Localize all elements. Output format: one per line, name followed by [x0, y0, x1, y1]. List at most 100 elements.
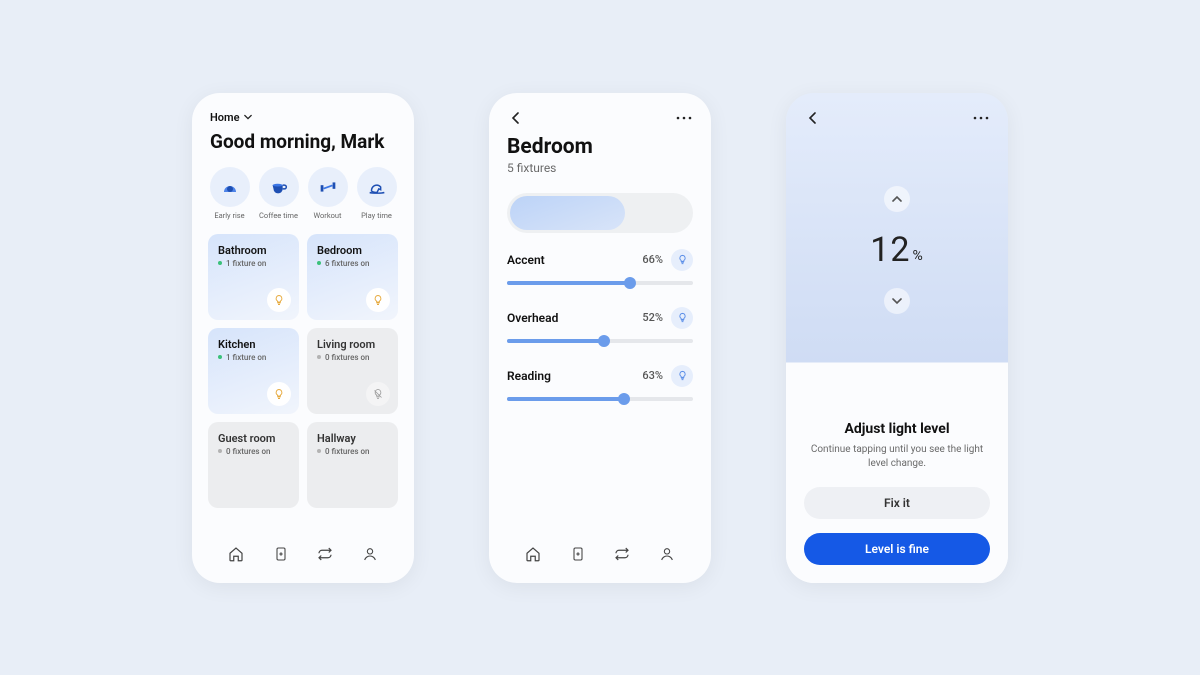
bulb-icon	[677, 254, 688, 265]
room-card-bathroom[interactable]: Bathroom 1 fixture on	[208, 234, 299, 320]
room-card-bedroom[interactable]: Bedroom 6 fixtures on	[307, 234, 398, 320]
room-status: 0 fixtures on	[317, 447, 388, 456]
nav-automations[interactable]	[314, 543, 336, 565]
chevron-left-icon	[511, 112, 521, 124]
master-toggle[interactable]	[507, 193, 693, 233]
more-icon	[676, 116, 692, 120]
sheet-title: Adjust light level	[844, 421, 949, 437]
chevron-down-icon	[892, 296, 902, 306]
room-topbar	[489, 93, 711, 131]
nav-profile[interactable]	[359, 543, 381, 565]
more-button[interactable]	[972, 109, 990, 127]
fixture-slider[interactable]	[507, 397, 693, 401]
master-toggle-wrap	[489, 175, 711, 243]
fixture-accent: Accent 66%	[507, 249, 693, 285]
room-subtitle: 5 fixtures	[507, 161, 693, 175]
bulb-icon	[372, 294, 384, 306]
bulb-icon	[677, 312, 688, 323]
master-toggle-knob	[510, 196, 625, 230]
bulb-toggle[interactable]	[366, 288, 390, 312]
room-status: 1 fixture on	[218, 353, 289, 362]
fixture-slider[interactable]	[507, 339, 693, 343]
bulb-icon	[273, 388, 285, 400]
nav-home[interactable]	[225, 543, 247, 565]
home-icon	[524, 545, 542, 563]
fix-it-button[interactable]: Fix it	[804, 487, 990, 519]
chevron-up-icon	[892, 194, 902, 204]
room-name: Kitchen	[218, 338, 289, 351]
fixture-bulb-toggle[interactable]	[671, 365, 693, 387]
scene-workout[interactable]: Workout	[306, 167, 349, 220]
room-title: Bedroom	[507, 135, 693, 159]
back-button[interactable]	[507, 109, 525, 127]
user-icon	[362, 545, 378, 563]
fixture-percent: 66%	[642, 253, 663, 266]
fixture-percent: 63%	[642, 369, 663, 382]
light-level-controls: 12 %	[786, 131, 1008, 403]
loop-icon	[316, 545, 334, 563]
fixture-slider[interactable]	[507, 281, 693, 285]
room-name: Guest room	[218, 432, 289, 445]
home-selector-label: Home	[210, 111, 240, 124]
fixture-overhead: Overhead 52%	[507, 307, 693, 343]
horse-icon	[357, 167, 397, 207]
level-down-button[interactable]	[884, 288, 910, 314]
bulb-icon	[677, 370, 688, 381]
back-button[interactable]	[804, 109, 822, 127]
room-card-living-room[interactable]: Living room 0 fixtures on	[307, 328, 398, 414]
room-status: 1 fixture on	[218, 259, 289, 268]
light-level-topbar	[786, 93, 1008, 131]
more-icon	[973, 116, 989, 120]
room-card-hallway[interactable]: Hallway 0 fixtures on	[307, 422, 398, 508]
nav-automations[interactable]	[611, 543, 633, 565]
bulb-toggle[interactable]	[267, 382, 291, 406]
rooms-grid: Bathroom 1 fixture on Bedroom 6 fixtures…	[192, 226, 414, 508]
light-level-value: 12 %	[870, 230, 923, 270]
room-card-kitchen[interactable]: Kitchen 1 fixture on	[208, 328, 299, 414]
scene-label: Play time	[361, 211, 392, 220]
bulb-toggle[interactable]	[267, 288, 291, 312]
scenes-row: Early rise Coffee time Workout Play time	[192, 157, 414, 226]
nav-profile[interactable]	[656, 543, 678, 565]
nav-devices[interactable]	[567, 543, 589, 565]
bulb-icon	[273, 294, 285, 306]
nav-devices[interactable]	[270, 543, 292, 565]
dumbbell-icon	[308, 167, 348, 207]
fixture-bulb-toggle[interactable]	[671, 249, 693, 271]
level-is-fine-button[interactable]: Level is fine	[804, 533, 990, 565]
chevron-left-icon	[808, 112, 818, 124]
loop-icon	[613, 545, 631, 563]
room-name: Bathroom	[218, 244, 289, 257]
bottom-nav	[489, 533, 711, 583]
bulb-off-icon	[372, 388, 384, 400]
bottom-nav	[192, 533, 414, 583]
room-name: Living room	[317, 338, 388, 351]
home-selector[interactable]: Home	[210, 111, 396, 124]
room-name: Hallway	[317, 432, 388, 445]
fixture-name: Accent	[507, 253, 545, 267]
nav-home[interactable]	[522, 543, 544, 565]
light-level-sheet: Adjust light level Continue tapping unti…	[786, 403, 1008, 583]
scene-coffee-time[interactable]: Coffee time	[257, 167, 300, 220]
scene-early-rise[interactable]: Early rise	[208, 167, 251, 220]
level-up-button[interactable]	[884, 186, 910, 212]
fixture-bulb-toggle[interactable]	[671, 307, 693, 329]
home-screen: Home Good morning, Mark Early rise Coffe…	[192, 93, 414, 583]
sheet-subtitle: Continue tapping until you see the light…	[807, 443, 987, 471]
sunrise-icon	[210, 167, 250, 207]
scene-label: Early rise	[214, 211, 244, 220]
percent-unit: %	[912, 248, 923, 264]
more-button[interactable]	[675, 109, 693, 127]
fixture-percent: 52%	[642, 311, 663, 324]
room-detail-screen: Bedroom 5 fixtures Accent 66% Overhead	[489, 93, 711, 583]
scene-label: Coffee time	[259, 211, 298, 220]
room-title-block: Bedroom 5 fixtures	[489, 131, 711, 175]
room-status: 0 fixtures on	[317, 353, 388, 362]
scene-play-time[interactable]: Play time	[355, 167, 398, 220]
bulb-toggle[interactable]	[366, 382, 390, 406]
room-card-guest-room[interactable]: Guest room 0 fixtures on	[208, 422, 299, 508]
home-header: Home Good morning, Mark	[192, 93, 414, 157]
fixture-name: Overhead	[507, 311, 558, 325]
user-icon	[659, 545, 675, 563]
fixtures-list: Accent 66% Overhead 52%	[489, 243, 711, 423]
